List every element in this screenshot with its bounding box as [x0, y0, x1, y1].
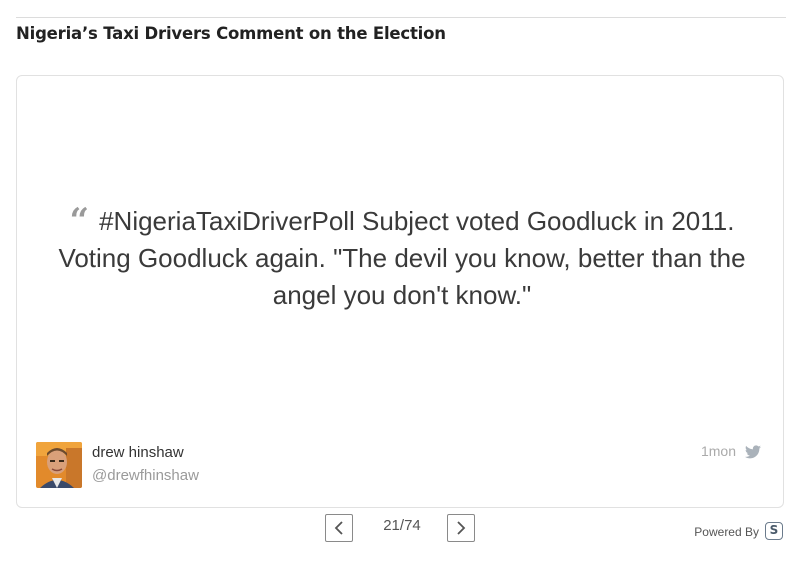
avatar[interactable] — [36, 442, 82, 488]
page-title: Nigeria’s Taxi Drivers Comment on the El… — [16, 24, 446, 43]
user-avatar-photo — [36, 442, 82, 488]
author-handle[interactable]: @drewfhinshaw — [92, 467, 199, 484]
storify-logo-icon[interactable]: S — [765, 522, 783, 540]
next-button[interactable] — [447, 514, 475, 542]
powered-by-label[interactable]: Powered By — [694, 525, 759, 539]
top-divider — [16, 17, 786, 18]
chevron-left-icon — [334, 521, 343, 535]
prev-button[interactable] — [325, 514, 353, 542]
chevron-right-icon — [457, 521, 466, 535]
twitter-bird-icon[interactable] — [745, 445, 761, 459]
quote-mark-icon: “ — [69, 201, 90, 241]
timestamp[interactable]: 1mon — [701, 443, 736, 459]
page-counter: 21/74 — [383, 517, 421, 534]
quote-block: “#NigeriaTaxiDriverPoll Subject voted Go… — [57, 203, 747, 314]
story-card: “#NigeriaTaxiDriverPoll Subject voted Go… — [16, 75, 784, 508]
quote-text: #NigeriaTaxiDriverPoll Subject voted Goo… — [58, 206, 746, 310]
author-name[interactable]: drew hinshaw — [92, 444, 184, 461]
